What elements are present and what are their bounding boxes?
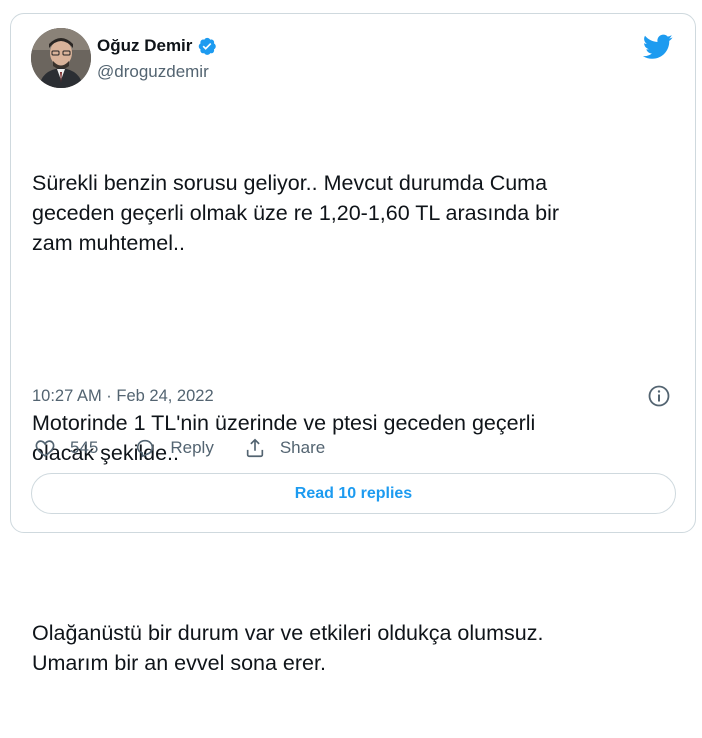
share-button[interactable]: Share <box>244 437 325 459</box>
heart-icon <box>35 440 55 457</box>
verified-badge-icon <box>197 36 217 56</box>
author-name[interactable]: Oğuz Demir <box>97 36 192 56</box>
twitter-bird-icon[interactable] <box>642 34 673 60</box>
tweet-text: Sürekli benzin sorusu geliyor.. Mevcut d… <box>32 108 672 738</box>
tweet-paragraph: Olağanüstü bir durum var ve etkileri old… <box>32 621 544 675</box>
tweet-timestamp[interactable]: 10:27 AM · Feb 24, 2022 <box>32 387 214 406</box>
tweet-paragraph: Sürekli benzin sorusu geliyor.. Mevcut d… <box>32 171 560 255</box>
share-label: Share <box>279 438 326 457</box>
like-button[interactable]: 545 <box>34 437 98 459</box>
author-name-row[interactable]: Oğuz Demir <box>97 36 217 56</box>
tweet-card: Oğuz Demir @droguzdemir Sürekli benzin s… <box>10 13 696 675</box>
avatar[interactable] <box>31 28 91 88</box>
reply-button[interactable]: Reply <box>134 437 214 459</box>
reply-label: Reply <box>170 438 214 457</box>
info-icon[interactable] <box>647 384 671 408</box>
like-count: 545 <box>70 438 99 457</box>
reply-bubble-icon <box>137 439 154 458</box>
share-icon <box>246 438 264 458</box>
read-replies-button[interactable]: Read 10 replies <box>31 473 676 514</box>
author-handle[interactable]: @droguzdemir <box>97 62 209 82</box>
tweet-actions: 545 Reply Share <box>34 437 325 459</box>
